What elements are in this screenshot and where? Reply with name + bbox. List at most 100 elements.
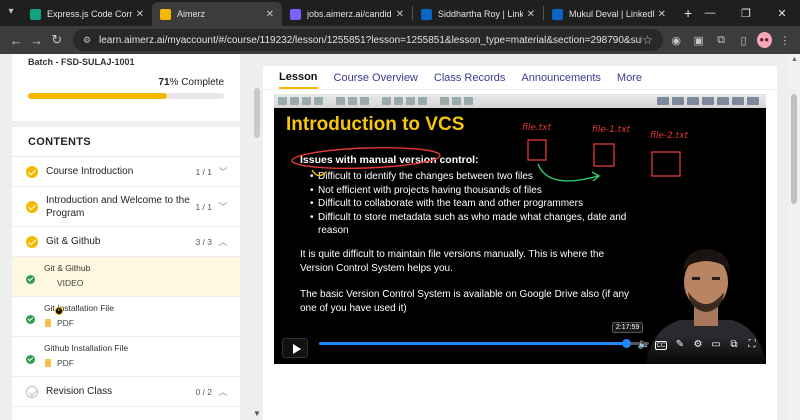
lesson-complete-icon bbox=[26, 315, 35, 324]
tab-class-records[interactable]: Class Records bbox=[434, 68, 506, 88]
close-tab-icon[interactable]: ✕ bbox=[527, 9, 535, 20]
section-label: Revision Class bbox=[46, 386, 113, 397]
seek-bar-played bbox=[319, 342, 626, 345]
close-tab-icon[interactable]: ✕ bbox=[266, 9, 274, 20]
progress-bar bbox=[28, 93, 224, 99]
chevron-up-icon[interactable]: ︿ bbox=[218, 235, 228, 248]
chevron-down-icon[interactable]: ﹀ bbox=[218, 200, 228, 213]
close-tab-icon[interactable]: ✕ bbox=[136, 9, 144, 20]
browser-tab-title: Aimerz bbox=[177, 9, 206, 19]
linkedin-icon bbox=[421, 8, 432, 20]
player-right-controls: 🔈 CC ✎ ⚙ ▭ ⧉ ⛶ bbox=[634, 337, 760, 353]
lesson-type: PDF bbox=[57, 358, 74, 368]
close-tab-icon[interactable]: ✕ bbox=[396, 9, 404, 20]
section-label: Course Introduction bbox=[46, 166, 134, 177]
browser-tab-title: Siddhartha Roy | LinkedIn bbox=[438, 9, 523, 19]
close-tab-icon[interactable]: ✕ bbox=[658, 9, 666, 20]
aimerz-icon bbox=[160, 8, 171, 20]
section-pending-icon bbox=[26, 385, 38, 398]
address-bar[interactable]: ⚙ learn.aimerz.ai/myaccount/#/course/119… bbox=[72, 29, 663, 51]
tab-search-icon[interactable]: ▾ bbox=[4, 5, 18, 19]
close-window-icon[interactable]: ✕ bbox=[764, 7, 800, 20]
browser-tab[interactable]: Mukul Deval | LinkedIn ✕ bbox=[544, 2, 674, 26]
pip-icon[interactable]: ⧉ bbox=[726, 337, 742, 353]
section-count: 1 / 1 bbox=[195, 166, 212, 177]
lesson-panel: Lesson Course Overview Class Records Announ… bbox=[263, 66, 777, 420]
lesson-item[interactable]: Git Installation File PDF bbox=[12, 297, 240, 337]
bookmark-star-icon[interactable]: ☆ bbox=[642, 33, 653, 47]
tab-more[interactable]: More bbox=[617, 68, 642, 88]
volume-icon[interactable]: 🔈 bbox=[636, 337, 652, 353]
lesson-tabs: Lesson Course Overview Class Records Announ… bbox=[263, 66, 777, 90]
miniplayer-icon[interactable]: ▭ bbox=[708, 337, 724, 353]
browser-tab-title: Express.js Code Correction bbox=[47, 9, 132, 19]
chevron-up-icon[interactable]: ︿ bbox=[218, 385, 228, 398]
section-label: Git & Github bbox=[46, 236, 101, 247]
contents-section[interactable]: Git & Github 3 / 3 ︿ bbox=[12, 227, 240, 257]
back-icon[interactable]: ← bbox=[6, 33, 26, 48]
section-count: 3 / 3 bbox=[195, 236, 212, 247]
chevron-down-icon[interactable]: ﹀ bbox=[218, 165, 228, 178]
devtools-extension-icon[interactable]: ▣ bbox=[689, 30, 707, 50]
extensions-puzzle-icon[interactable]: ⧉ bbox=[712, 30, 730, 50]
contents-section[interactable]: Introduction and Welcome to the Program 1… bbox=[12, 187, 240, 227]
page-scroll-thumb[interactable] bbox=[791, 94, 797, 204]
captions-icon[interactable]: CC bbox=[655, 340, 667, 350]
contents-section[interactable]: Revision Class 0 / 2 ︿ bbox=[12, 377, 240, 407]
sidebar-scrollbar[interactable]: ▼ bbox=[250, 54, 262, 420]
browser-tab[interactable]: Siddhartha Roy | LinkedIn ✕ bbox=[413, 2, 543, 26]
annotation-file-1-label: file-1.txt bbox=[592, 125, 631, 135]
profile-avatar[interactable]: ●● bbox=[756, 32, 772, 48]
play-button[interactable] bbox=[282, 338, 308, 358]
progress-card: Batch - FSD-SULAJ-1001 71% Complete bbox=[12, 54, 240, 121]
settings-gear-icon[interactable]: ⚙ bbox=[690, 337, 706, 353]
minimize-icon[interactable]: — bbox=[692, 7, 728, 19]
globe-icon bbox=[290, 8, 301, 20]
contents-section[interactable]: Course Introduction 1 / 1 ﹀ bbox=[12, 157, 240, 187]
ai-icon bbox=[30, 8, 41, 20]
progress-percent: 71% Complete bbox=[158, 77, 224, 88]
page-viewport: Batch - FSD-SULAJ-1001 71% Complete CONT… bbox=[0, 54, 800, 420]
reload-icon[interactable]: ↻ bbox=[47, 32, 67, 48]
course-sidebar: Batch - FSD-SULAJ-1001 71% Complete CONT… bbox=[12, 54, 240, 420]
lesson-complete-icon bbox=[26, 355, 35, 364]
player-controls: 2:17:59 🔈 CC ✎ ⚙ ▭ ⧉ ⛶ bbox=[274, 322, 766, 364]
seek-handle[interactable] bbox=[621, 339, 631, 348]
annotation-file-2-label: file-2.txt bbox=[650, 131, 689, 141]
sidepanel-icon[interactable]: ▯ bbox=[734, 30, 752, 50]
forward-icon[interactable]: → bbox=[26, 33, 46, 48]
seek-bar[interactable]: 2:17:59 bbox=[319, 322, 649, 348]
notes-icon[interactable]: ✎ bbox=[672, 337, 688, 353]
tab-lesson[interactable]: Lesson bbox=[279, 67, 318, 89]
contents-panel: CONTENTS Course Introduction 1 / 1 ﹀ Introd… bbox=[12, 127, 240, 420]
browser-tab[interactable]: Aimerz ✕ bbox=[152, 2, 282, 26]
lesson-item[interactable]: Git & Github VIDEO bbox=[12, 257, 240, 315]
extension-icon[interactable]: ◉ bbox=[667, 30, 685, 50]
fullscreen-icon[interactable]: ⛶ bbox=[744, 337, 760, 353]
annotation-file-label: file.txt bbox=[522, 123, 552, 133]
page-scroll-up-arrow-icon[interactable]: ▲ bbox=[791, 56, 798, 63]
maximize-icon[interactable]: ❐ bbox=[728, 7, 764, 20]
lecture-slide: Introduction to VCS Issues with manual v… bbox=[274, 108, 766, 364]
pdf-file-icon bbox=[45, 359, 51, 367]
window-controls: — ❐ ✕ bbox=[692, 0, 800, 26]
contents-heading: CONTENTS bbox=[12, 127, 240, 157]
url-text[interactable]: learn.aimerz.ai/myaccount/#/course/11923… bbox=[99, 35, 642, 46]
tab-announcements[interactable]: Announcements bbox=[521, 68, 601, 88]
linkedin-icon bbox=[552, 8, 563, 20]
browser-tab-title: Mukul Deval | LinkedIn bbox=[569, 9, 654, 19]
browser-tab[interactable]: Express.js Code Correction ✕ bbox=[22, 2, 152, 26]
tab-course-overview[interactable]: Course Overview bbox=[334, 68, 418, 88]
video-player[interactable]: Introduction to VCS Issues with manual v… bbox=[274, 94, 766, 364]
sidebar-scroll-thumb[interactable] bbox=[254, 88, 260, 138]
browser-menu-icon[interactable]: ⋮ bbox=[776, 30, 794, 50]
lesson-title: Github Installation File bbox=[44, 343, 129, 353]
browser-tab-title: jobs.aimerz.ai/candidate/ bbox=[307, 9, 392, 19]
scroll-down-arrow-icon[interactable]: ▼ bbox=[253, 409, 261, 418]
lesson-item[interactable]: Github Installation File PDF bbox=[12, 337, 240, 377]
lesson-complete-icon bbox=[26, 275, 35, 284]
page-scrollbar[interactable]: ▲ bbox=[788, 54, 800, 420]
browser-toolbar: ← → ↻ ⚙ learn.aimerz.ai/myaccount/#/cour… bbox=[0, 26, 800, 54]
browser-tab[interactable]: jobs.aimerz.ai/candidate/ ✕ bbox=[282, 2, 412, 26]
site-info-icon[interactable]: ⚙ bbox=[83, 35, 91, 46]
